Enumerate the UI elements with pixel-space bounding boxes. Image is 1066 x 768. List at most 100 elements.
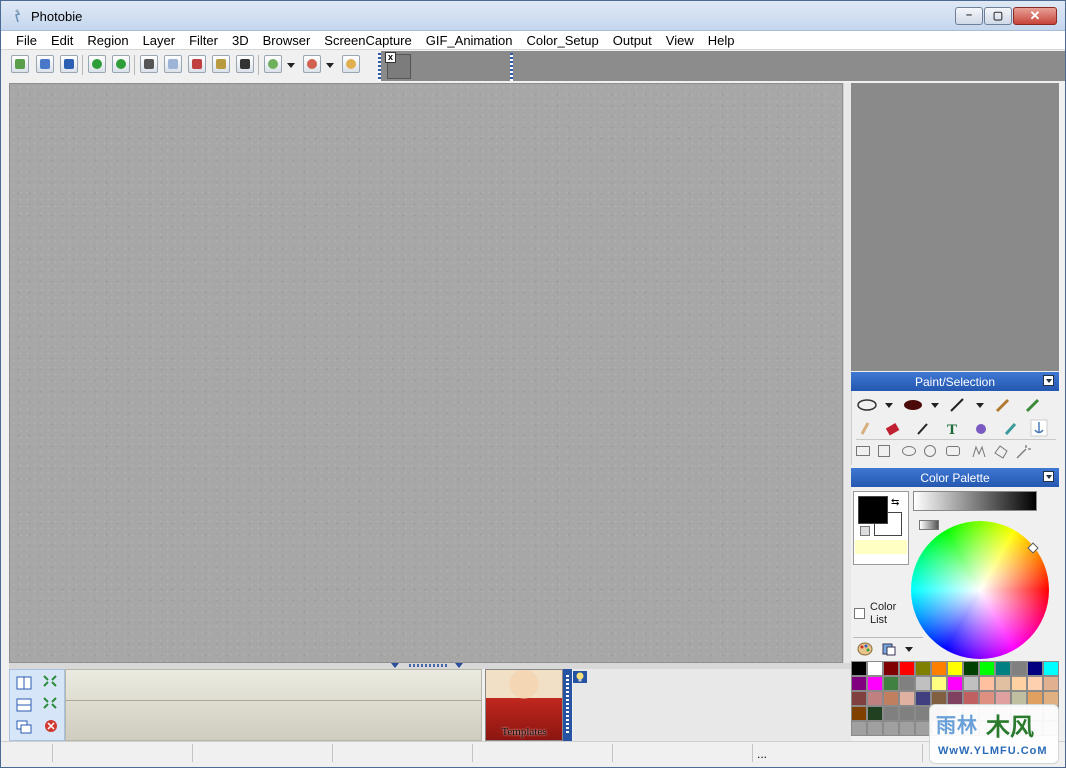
palette-swatch[interactable] [915, 691, 931, 706]
palette-swatch[interactable] [851, 691, 867, 706]
maximize-button[interactable]: ▢ [984, 7, 1012, 25]
eraser-tool-icon[interactable] [884, 419, 902, 437]
split-horizontal-icon[interactable] [16, 698, 32, 712]
color-list-checkbox[interactable] [854, 608, 865, 619]
palette-swatch[interactable] [883, 691, 899, 706]
airbrush-tool-icon[interactable] [1024, 396, 1042, 414]
paintbrush-tool-icon[interactable] [914, 419, 932, 437]
palette-swatch[interactable] [851, 676, 867, 691]
ellipse-select-icon[interactable] [902, 446, 916, 456]
palette-swatch[interactable] [851, 721, 867, 736]
menu-file[interactable]: File [9, 31, 44, 50]
palette-swatch[interactable] [1011, 661, 1027, 676]
palette-swatch[interactable] [867, 691, 883, 706]
zoom-in-dropdown-icon[interactable] [287, 63, 295, 68]
ellipse-fill-tool-icon[interactable] [902, 396, 924, 414]
minimize-button[interactable]: – [955, 7, 983, 25]
palette-icon[interactable] [857, 641, 873, 657]
menu-help[interactable]: Help [701, 31, 742, 50]
palette-swatch[interactable] [899, 706, 915, 721]
copy-button[interactable] [164, 55, 182, 73]
lasso-select-icon[interactable] [970, 443, 988, 461]
rounded-rect-select-icon[interactable] [946, 446, 960, 456]
palette-swatch[interactable] [947, 676, 963, 691]
paste-button[interactable] [212, 55, 230, 73]
image-thumbnail-strip[interactable] [65, 669, 482, 741]
redo-button[interactable] [112, 55, 130, 73]
palette-swatch[interactable] [851, 706, 867, 721]
pen-dropdown-icon[interactable] [976, 403, 984, 408]
palette-swatch[interactable] [915, 676, 931, 691]
menu-region[interactable]: Region [80, 31, 135, 50]
eyedropper-tool-icon[interactable] [1002, 419, 1020, 437]
splitter-down-icon[interactable] [455, 663, 463, 668]
menu-3d[interactable]: 3D [225, 31, 256, 50]
palette-swatch[interactable] [1043, 661, 1059, 676]
palette-swatch[interactable] [1043, 676, 1059, 691]
palette-swatch[interactable] [1011, 676, 1027, 691]
palette-swatch[interactable] [1027, 676, 1043, 691]
palette-swatch[interactable] [979, 676, 995, 691]
menu-layer[interactable]: Layer [136, 31, 183, 50]
cascade-windows-icon[interactable] [16, 720, 32, 734]
lightbulb-icon[interactable] [573, 671, 587, 683]
menu-edit[interactable]: Edit [44, 31, 80, 50]
menu-color-setup[interactable]: Color_Setup [519, 31, 605, 50]
palette-swatch[interactable] [867, 661, 883, 676]
collapse-arrows-icon[interactable] [42, 696, 58, 710]
palette-swatch[interactable] [899, 676, 915, 691]
palette-swatch[interactable] [851, 661, 867, 676]
fill-dropdown-icon[interactable] [931, 403, 939, 408]
templates-thumbnail[interactable]: Templates [485, 669, 563, 741]
palette-swatch[interactable] [947, 661, 963, 676]
palette-swatch[interactable] [899, 691, 915, 706]
circle-select-icon[interactable] [924, 445, 936, 457]
canvas-workspace[interactable] [9, 83, 843, 663]
palette-swatch[interactable] [995, 661, 1011, 676]
palette-swatch[interactable] [883, 661, 899, 676]
palette-swatch[interactable] [979, 661, 995, 676]
splitter-down-icon[interactable] [391, 663, 399, 668]
ellipse-dropdown-icon[interactable] [885, 403, 893, 408]
palette-swatch[interactable] [867, 676, 883, 691]
ellipse-outline-tool-icon[interactable] [856, 396, 878, 414]
anchor-tool-icon[interactable] [1030, 419, 1048, 437]
reset-colors-icon[interactable] [860, 526, 870, 536]
magic-wand-icon[interactable] [1014, 443, 1032, 461]
open-book-button[interactable] [36, 55, 54, 73]
collapse-icon[interactable] [1043, 471, 1054, 482]
palette-swatch[interactable] [867, 706, 883, 721]
pen-tool-icon[interactable] [948, 396, 966, 414]
palette-swatch[interactable] [883, 676, 899, 691]
save-button[interactable] [60, 55, 78, 73]
collapse-icon[interactable] [1043, 375, 1054, 386]
zoom-in-button[interactable] [264, 55, 282, 73]
title-bar[interactable]: Photobie – ▢ ✕ [1, 1, 1065, 31]
palette-swatch[interactable] [931, 661, 947, 676]
palette-swatch[interactable] [883, 721, 899, 736]
close-all-icon[interactable] [43, 719, 59, 733]
brush-tool-icon[interactable] [994, 396, 1012, 414]
palette-swatch[interactable] [963, 676, 979, 691]
menu-view[interactable]: View [659, 31, 701, 50]
palette-swatch[interactable] [899, 661, 915, 676]
palette-swatch[interactable] [963, 661, 979, 676]
zoom-out-button[interactable] [303, 55, 321, 73]
templates-side-grip[interactable] [563, 669, 572, 741]
palette-swatch[interactable] [899, 721, 915, 736]
splitter-grip[interactable] [409, 664, 449, 667]
menu-output[interactable]: Output [606, 31, 659, 50]
palette-swatch[interactable] [867, 721, 883, 736]
menu-filter[interactable]: Filter [182, 31, 225, 50]
crop-button[interactable] [140, 55, 158, 73]
palette-dropdown-icon[interactable] [905, 647, 913, 652]
palette-swatch[interactable] [1027, 661, 1043, 676]
color-wheel[interactable] [911, 521, 1049, 659]
opacity-gradient-slider[interactable] [919, 520, 939, 530]
workspace-splitter[interactable] [843, 83, 851, 663]
foreground-color-swatch[interactable] [858, 496, 888, 524]
paste-new-button[interactable] [236, 55, 254, 73]
rect-select-icon[interactable] [856, 446, 870, 456]
palette-swatch[interactable] [915, 661, 931, 676]
bucket-tool-icon[interactable] [972, 419, 990, 437]
